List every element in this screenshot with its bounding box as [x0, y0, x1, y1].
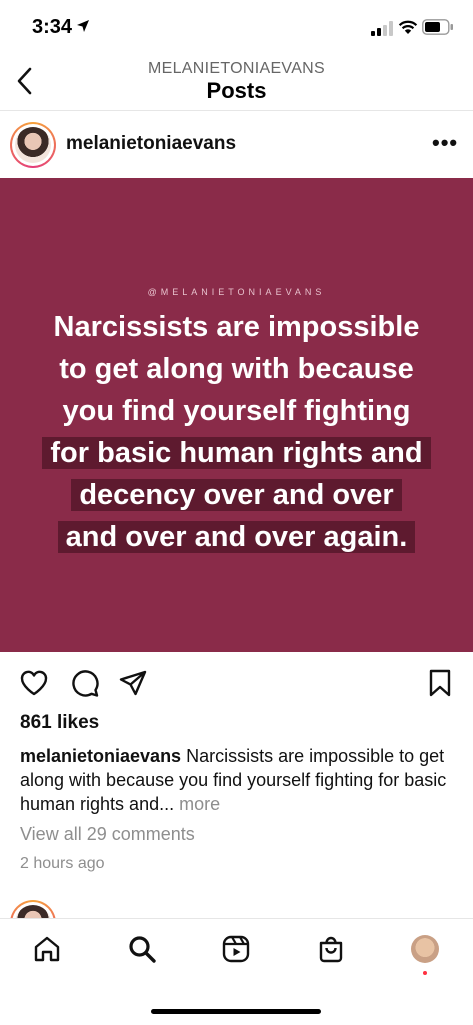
notification-dot	[423, 971, 427, 975]
quote-highlight: decency over and over	[71, 479, 402, 511]
avatar[interactable]	[15, 127, 51, 163]
quote-line-highlighted: for basic human rights and	[24, 432, 449, 474]
save-bookmark-icon[interactable]	[425, 668, 455, 698]
quote-line-highlighted: and over and over again.	[24, 516, 449, 558]
header-divider	[0, 110, 473, 111]
quote-text: Narcissists are impossible to get along …	[24, 306, 449, 558]
battery-icon	[422, 19, 453, 35]
reels-icon[interactable]	[221, 934, 251, 964]
quote-line: Narcissists are impossible	[53, 311, 420, 343]
share-send-icon[interactable]	[118, 668, 148, 698]
likes-count[interactable]: 861 likes	[20, 712, 99, 734]
quote-line: to get along with because	[59, 353, 414, 385]
quote-highlight: and over and over again.	[57, 521, 416, 553]
page-title: Posts	[206, 78, 267, 103]
status-time: 3:34	[32, 16, 73, 38]
caption-username[interactable]: melanietoniaevans	[20, 746, 181, 766]
like-heart-icon[interactable]	[19, 668, 49, 698]
search-icon[interactable]	[127, 934, 157, 964]
post-timestamp: 2 hours ago	[20, 855, 105, 872]
image-watermark: @MELANIETONIAEVANS	[147, 287, 326, 297]
quote-line-highlighted: decency over and over	[24, 474, 449, 516]
comment-bubble-icon[interactable]	[70, 668, 100, 698]
location-arrow-icon	[77, 20, 89, 32]
home-icon[interactable]	[32, 934, 62, 964]
view-comments-link[interactable]: View all 29 comments	[20, 824, 195, 845]
status-bar: 3:34	[0, 0, 473, 56]
home-indicator[interactable]	[151, 1009, 321, 1014]
quote-highlight: for basic human rights and	[42, 437, 431, 469]
post-username[interactable]: melanietoniaevans	[66, 133, 236, 155]
post-caption: melanietoniaevans Narcissists are imposs…	[20, 744, 450, 816]
caption-more-link[interactable]: more	[179, 794, 220, 814]
cellular-signal-icon	[371, 21, 393, 36]
header-account-name: MELANIETONIAEVANS	[148, 60, 325, 77]
wifi-icon	[398, 20, 418, 34]
quote-line: you find yourself fighting	[62, 395, 411, 427]
more-options-icon[interactable]: •••	[432, 130, 458, 156]
shop-icon[interactable]	[316, 934, 346, 964]
profile-avatar[interactable]	[411, 935, 439, 963]
